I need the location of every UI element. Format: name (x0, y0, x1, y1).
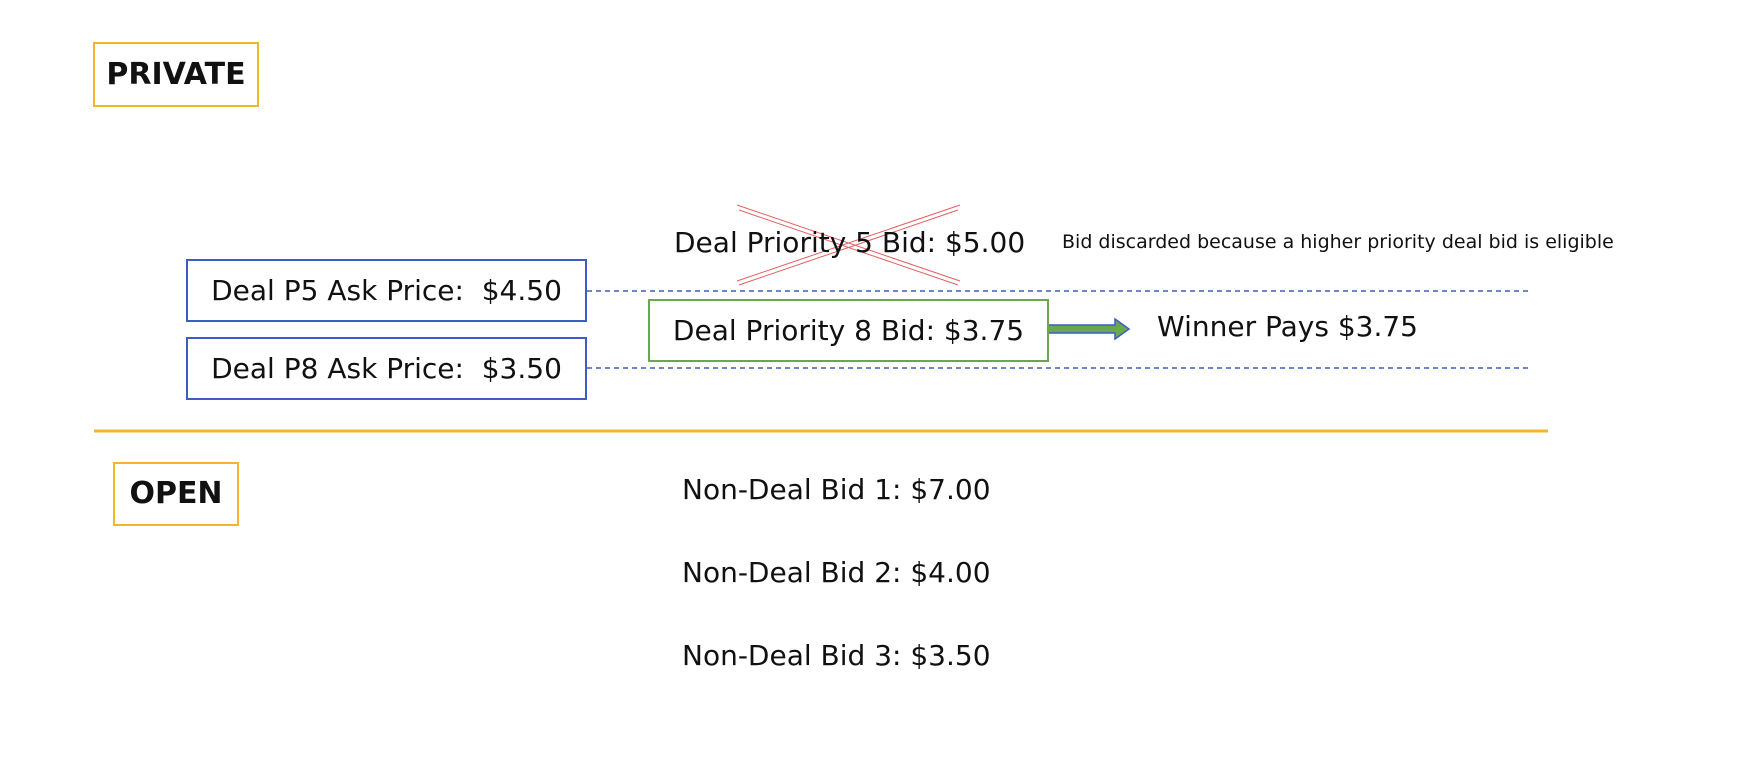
open-section-label: OPEN (113, 462, 239, 526)
p5-ask-price-text: Deal P5 Ask Price: $4.50 (211, 274, 562, 307)
private-label-text: PRIVATE (106, 56, 246, 92)
discard-note-text: Bid discarded because a higher priority … (1062, 231, 1614, 253)
p8-ask-price-text: Deal P8 Ask Price: $3.50 (211, 352, 562, 385)
open-label-text: OPEN (129, 476, 223, 511)
non-deal-bid-3-text: Non-Deal Bid 3: $3.50 (682, 639, 991, 672)
p8-ask-price-box: Deal P8 Ask Price: $3.50 (186, 337, 587, 400)
p5-ask-price-box: Deal P5 Ask Price: $4.50 (186, 259, 587, 322)
winner-arrow-icon (1047, 317, 1131, 341)
private-section-label: PRIVATE (93, 42, 259, 107)
discarded-bid-text: Deal Priority 5 Bid: $5.00 (674, 226, 1026, 259)
winner-pays-text: Winner Pays $3.75 (1157, 310, 1418, 343)
non-deal-bid-2-text: Non-Deal Bid 2: $4.00 (682, 556, 991, 589)
winning-bid-text: Deal Priority 8 Bid: $3.75 (672, 314, 1025, 347)
non-deal-bid-1-text: Non-Deal Bid 1: $7.00 (682, 473, 991, 506)
winning-bid-box: Deal Priority 8 Bid: $3.75 (648, 299, 1049, 362)
